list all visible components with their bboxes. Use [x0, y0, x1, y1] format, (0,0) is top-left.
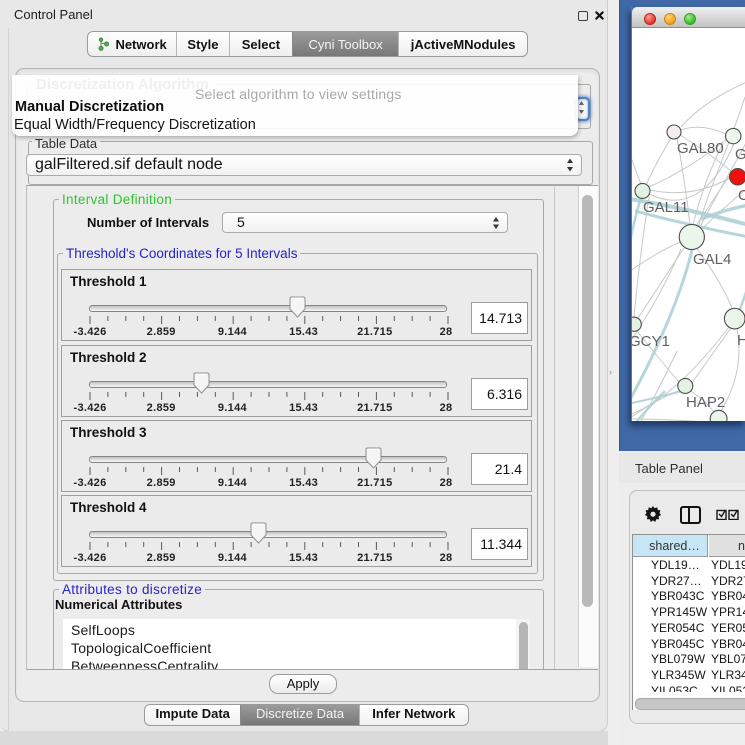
- svg-text:C: C: [738, 187, 745, 204]
- svg-text:GAL80: GAL80: [677, 140, 724, 157]
- svg-text:G.: G.: [735, 146, 745, 163]
- svg-text:GAL4: GAL4: [693, 251, 731, 268]
- svg-text:H: H: [737, 332, 745, 349]
- svg-text:HAP2: HAP2: [686, 394, 725, 411]
- svg-text:GAL11: GAL11: [643, 199, 689, 216]
- svg-text:GCY1: GCY1: [632, 333, 670, 350]
